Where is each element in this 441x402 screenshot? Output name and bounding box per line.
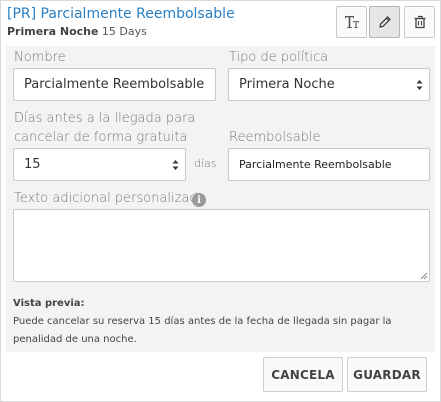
preview-text-line1: Puede cancelar su reserva 15 días antes … — [13, 316, 392, 327]
cancel-button[interactable]: CANCELA — [263, 357, 343, 392]
card-header: [PR] Parcialmente Reembolsable Primera N… — [1, 1, 440, 45]
delete-button[interactable] — [404, 6, 435, 38]
policy-subtitle-type: Primera Noche — [7, 25, 99, 38]
cancellation-policy-card: [PR] Parcialmente Reembolsable Primera N… — [0, 0, 441, 402]
preview-title: Vista previa: — [13, 298, 85, 309]
dias-label-line2: cancelar de forma gratuita — [14, 130, 188, 145]
text-format-icon — [344, 16, 359, 28]
preview-text-line2: penalidad de una noche. — [13, 334, 137, 345]
policy-subtitle: Primera Noche 15 Days — [7, 25, 147, 38]
policy-subtitle-days: 15 Days — [98, 25, 147, 38]
tipo-politica-select[interactable]: Primera Noche — [228, 68, 430, 101]
pencil-icon — [378, 16, 391, 28]
select-arrows-icon — [416, 79, 423, 90]
dias-select[interactable]: 15 — [13, 148, 186, 181]
info-icon[interactable]: i — [192, 193, 206, 207]
select-arrows-icon — [172, 159, 179, 170]
texto-adicional-label: Texto adicional personalizado — [14, 191, 206, 206]
texto-adicional-textarea[interactable] — [13, 209, 430, 282]
reembolsable-input[interactable]: Parcialmente Reembolsable — [228, 148, 430, 181]
nombre-label: Nombre — [14, 50, 66, 65]
preview-box: Vista previa: Puede cancelar su reserva … — [13, 295, 427, 347]
dias-value: 15 — [24, 157, 41, 172]
resize-handle-icon[interactable] — [420, 272, 428, 280]
tipo-politica-value: Primera Noche — [239, 77, 335, 92]
edit-button[interactable] — [369, 6, 400, 38]
reembolsable-label: Reembolsable — [229, 130, 321, 145]
trash-icon — [414, 15, 425, 29]
save-button[interactable]: GUARDAR — [347, 357, 427, 392]
policy-title[interactable]: [PR] Parcialmente Reembolsable — [7, 6, 235, 22]
dias-label-line1: Días antes a la llegada para — [14, 111, 196, 126]
nombre-input[interactable]: Parcialmente Reembolsable — [13, 68, 216, 101]
translate-button[interactable] — [336, 6, 367, 38]
tipo-politica-label: Tipo de política — [229, 50, 329, 65]
dias-unit: días — [194, 157, 217, 170]
